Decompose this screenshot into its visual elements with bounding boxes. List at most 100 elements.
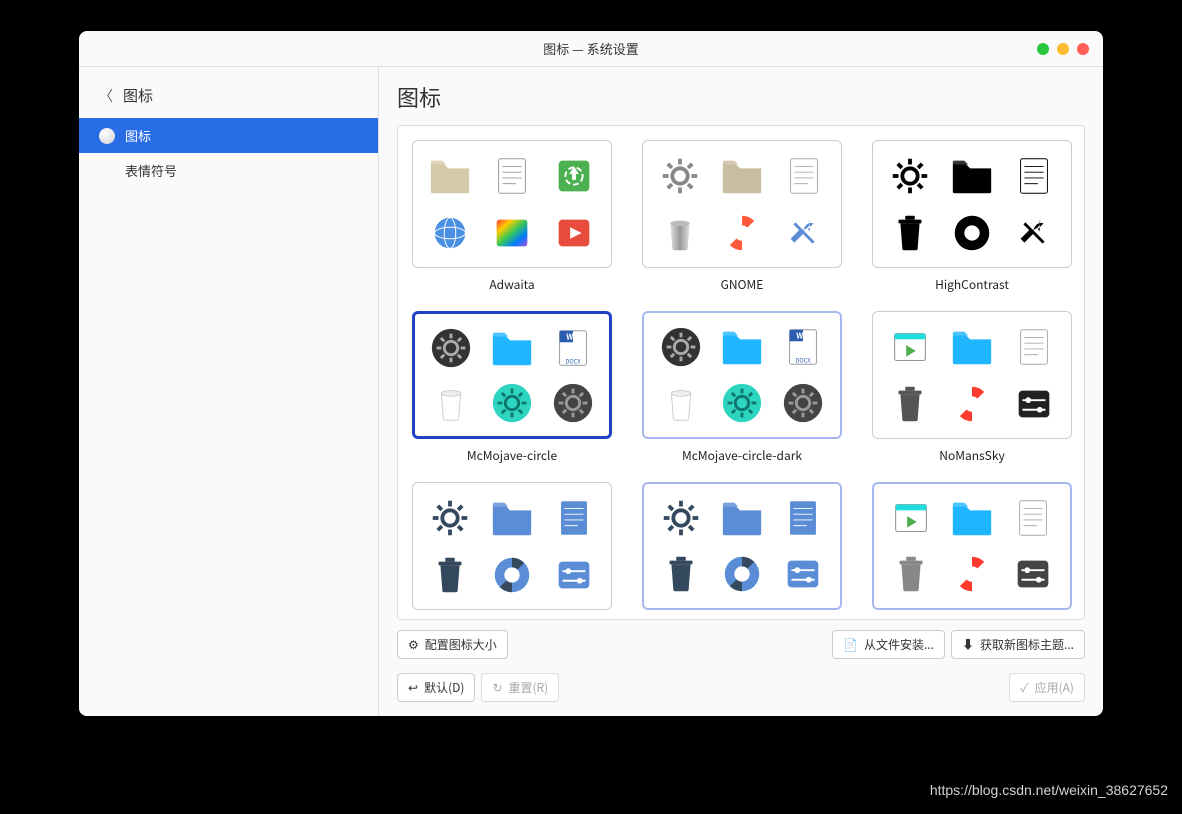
preview-icon (943, 320, 1001, 373)
close-button[interactable] (1077, 43, 1089, 55)
preview-icon (943, 377, 1001, 430)
preview-icon (1005, 492, 1062, 544)
theme-label: McMojave-circle (467, 447, 557, 464)
button-label: 应用(A) (1035, 679, 1074, 696)
preview-icon (775, 492, 832, 544)
sidebar-item-emoticons[interactable]: 表情符号 (79, 153, 378, 188)
maximize-button[interactable] (1057, 43, 1069, 55)
preview-icon (713, 548, 770, 600)
preview-icon (943, 492, 1000, 544)
reset-button: ↻ 重置(R) (481, 673, 559, 702)
preview-icon (881, 149, 939, 202)
theme-item[interactable] (872, 482, 1072, 618)
button-label: 获取新图标主题... (980, 636, 1074, 653)
preview-icon (713, 206, 771, 259)
button-label: 默认(D) (424, 679, 464, 696)
button-label: 配置图标大小 (425, 636, 497, 653)
install-from-file-button[interactable]: 📄 从文件安装... (832, 630, 945, 659)
preview-icon: WDOCX (544, 322, 601, 373)
preview-icon (881, 320, 939, 373)
theme-item[interactable]: NoMansSky (872, 311, 1072, 464)
preview-icon (545, 491, 603, 544)
theme-label: NoMansSky (939, 447, 1004, 464)
theme-item[interactable]: HighContrast (872, 140, 1072, 293)
preview-icon (775, 548, 832, 600)
preview-icon (652, 321, 709, 373)
settings-window: 图标 — 系统设置 〈 图标 图标 表情符号 图标 Adwaita (79, 31, 1103, 716)
preview-icon (484, 377, 541, 428)
theme-grid-container[interactable]: AdwaitaGNOMEHighContrastWDOCXMcMojave-ci… (397, 125, 1085, 620)
preview-icon: W DOCX (775, 321, 832, 373)
svg-text:W: W (797, 330, 804, 341)
preview-icon (483, 149, 541, 202)
apple-icon (99, 128, 115, 144)
preview-icon (943, 206, 1001, 259)
reset-icon: ↻ (492, 679, 502, 696)
preview-icon (882, 492, 939, 544)
theme-item[interactable]: GNOME (642, 140, 842, 293)
defaults-button[interactable]: ↩ 默认(D) (397, 673, 475, 702)
theme-item[interactable] (412, 482, 612, 618)
undo-icon: ↩ (408, 679, 418, 696)
preview-icon (652, 492, 709, 544)
preview-icon (423, 322, 480, 373)
preview-icon (775, 377, 832, 429)
page-title: 图标 (397, 81, 1085, 113)
svg-text:W: W (566, 331, 573, 342)
preview-icon (483, 491, 541, 544)
toolbar: ⚙ 配置图标大小 📄 从文件安装... ⬇ 获取新图标主题... (397, 630, 1085, 659)
window-body: 〈 图标 图标 表情符号 图标 Adwaita GNOMEHighContrast… (79, 67, 1103, 716)
minimize-button[interactable] (1037, 43, 1049, 55)
preview-icon (651, 206, 709, 259)
theme-label: McMojave-circle-dark (682, 447, 802, 464)
sidebar: 〈 图标 图标 表情符号 (79, 67, 379, 716)
get-new-themes-button[interactable]: ⬇ 获取新图标主题... (951, 630, 1085, 659)
preview-icon (882, 548, 939, 600)
theme-preview (412, 482, 612, 610)
sidebar-item-icons[interactable]: 图标 (79, 118, 378, 153)
theme-preview (642, 482, 842, 610)
sliders-icon: ⚙ (408, 636, 419, 653)
preview-icon (421, 491, 479, 544)
theme-preview: W DOCX (642, 311, 842, 439)
file-import-icon: 📄 (843, 636, 858, 653)
theme-preview (872, 311, 1072, 439)
preview-icon (651, 149, 709, 202)
download-icon: ⬇ (962, 636, 974, 653)
svg-text:DOCX: DOCX (796, 355, 812, 364)
preview-icon (545, 548, 603, 601)
theme-label: Adwaita (489, 276, 534, 293)
configure-icon-size-button[interactable]: ⚙ 配置图标大小 (397, 630, 508, 659)
sidebar-item-label: 表情符号 (125, 161, 177, 180)
button-label: 重置(R) (509, 679, 549, 696)
sidebar-back[interactable]: 〈 图标 (79, 67, 378, 118)
apply-button: ✓ 应用(A) (1009, 673, 1085, 702)
theme-preview (872, 140, 1072, 268)
theme-item[interactable] (642, 482, 842, 618)
main-panel: 图标 AdwaitaGNOMEHighContrastWDOCXMcMojave… (379, 67, 1103, 716)
button-label: 从文件安装... (864, 636, 934, 653)
theme-grid: AdwaitaGNOMEHighContrastWDOCXMcMojave-ci… (412, 140, 1070, 618)
preview-icon (881, 377, 939, 430)
preview-icon (943, 149, 1001, 202)
preview-icon (652, 377, 709, 429)
window-controls (1037, 43, 1089, 55)
preview-icon (483, 548, 541, 601)
preview-icon (881, 206, 939, 259)
theme-preview (412, 140, 612, 268)
preview-icon (775, 149, 833, 202)
preview-icon (1005, 548, 1062, 600)
theme-item[interactable]: Adwaita (412, 140, 612, 293)
preview-icon (713, 377, 770, 429)
chevron-left-icon: 〈 (99, 86, 113, 106)
sidebar-item-label: 图标 (125, 126, 151, 145)
check-icon: ✓ (1020, 679, 1028, 696)
theme-item[interactable]: WDOCX McMojave-circle (412, 311, 612, 464)
theme-item[interactable]: W DOCX McMojave-circle-dark (642, 311, 842, 464)
window-title: 图标 — 系统设置 (543, 39, 638, 58)
preview-icon (652, 548, 709, 600)
theme-preview (642, 140, 842, 268)
preview-icon (713, 492, 770, 544)
preview-icon (713, 321, 770, 373)
titlebar: 图标 — 系统设置 (79, 31, 1103, 67)
